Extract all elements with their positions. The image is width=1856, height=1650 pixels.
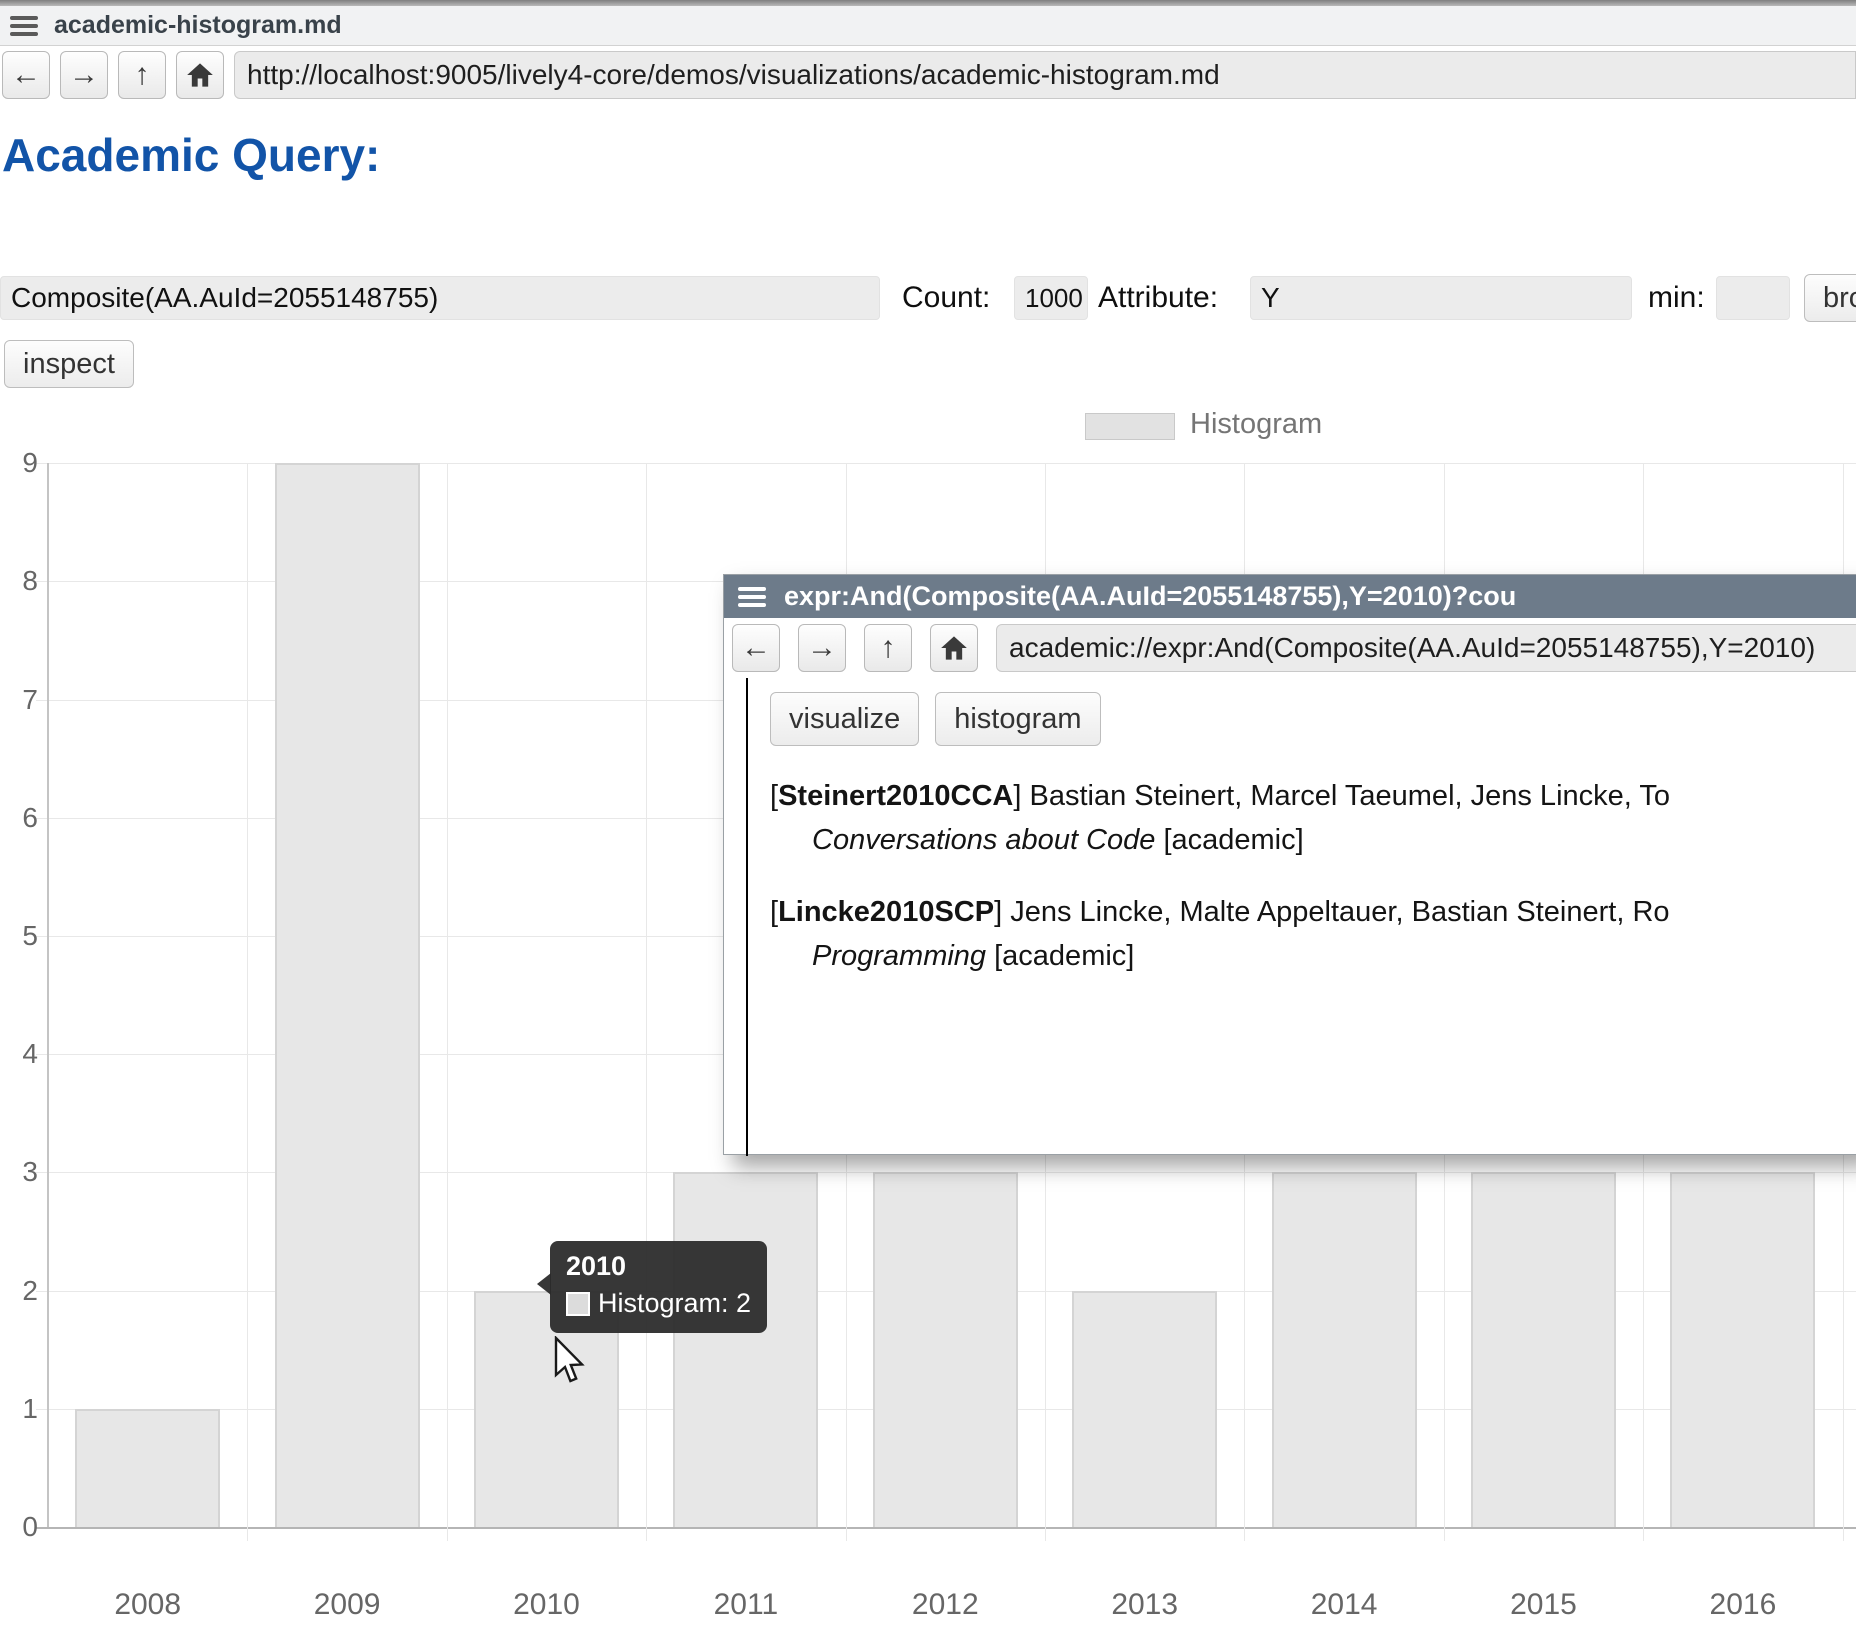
home-button[interactable] bbox=[176, 51, 224, 99]
up-button[interactable]: ↑ bbox=[118, 51, 166, 99]
legend-label[interactable]: Histogram bbox=[1190, 408, 1322, 441]
popup-window-title: expr:And(Composite(AA.AuId=2055148755),Y… bbox=[784, 581, 1516, 612]
up-icon: ↑ bbox=[881, 631, 896, 665]
x-axis-label-2015: 2015 bbox=[1459, 1588, 1629, 1622]
window-title: academic-histogram.md bbox=[54, 11, 342, 40]
forward-button[interactable]: → bbox=[60, 51, 108, 99]
x-axis-label-2016: 2016 bbox=[1658, 1588, 1828, 1622]
back-icon: ← bbox=[11, 58, 41, 92]
browse-button[interactable]: brow bbox=[1804, 274, 1856, 322]
y-axis-line bbox=[47, 463, 49, 1527]
popup-url-input[interactable]: academic://expr:And(Composite(AA.AuId=20… bbox=[996, 624, 1856, 672]
publication-tag: [academic] bbox=[1155, 824, 1303, 856]
visualize-button[interactable]: visualize bbox=[770, 692, 919, 746]
popup-toolbar: ← → ↑ academic://expr:And(Composite(AA.A… bbox=[724, 618, 1856, 678]
y-axis-tick-1: 1 bbox=[0, 1393, 38, 1425]
y-axis-tick-5: 5 bbox=[0, 920, 38, 952]
tooltip-value-label: Histogram: 2 bbox=[598, 1288, 751, 1319]
x-axis-label-2012: 2012 bbox=[860, 1588, 1030, 1622]
histogram-button[interactable]: histogram bbox=[935, 692, 1100, 746]
publication-tag: [academic] bbox=[986, 940, 1134, 972]
bar-2015[interactable] bbox=[1471, 1172, 1616, 1527]
x-axis-label-2011: 2011 bbox=[661, 1588, 831, 1622]
menu-icon[interactable] bbox=[10, 16, 38, 36]
popup-titlebar[interactable]: expr:And(Composite(AA.AuId=2055148755),Y… bbox=[724, 575, 1856, 618]
popup-back-button[interactable]: ← bbox=[732, 624, 780, 672]
forward-icon: → bbox=[807, 631, 837, 665]
x-axis-label-2010: 2010 bbox=[462, 1588, 632, 1622]
legend-swatch[interactable] bbox=[1085, 413, 1175, 440]
min-input[interactable] bbox=[1716, 276, 1790, 320]
publication-entry: [Lincke2010SCP] Jens Lincke, Malte Appel… bbox=[770, 890, 1856, 978]
bar-2012[interactable] bbox=[873, 1172, 1018, 1527]
x-axis-label-2013: 2013 bbox=[1060, 1588, 1230, 1622]
citation-key: Steinert2010CCA bbox=[778, 780, 1013, 812]
tooltip-swatch bbox=[566, 1292, 590, 1316]
publication-title: Programming bbox=[812, 940, 986, 972]
page-title: Academic Query: bbox=[2, 128, 380, 182]
count-label: Count: bbox=[902, 276, 990, 320]
bar-2016[interactable] bbox=[1670, 1172, 1815, 1527]
x-axis-label-2008: 2008 bbox=[63, 1588, 233, 1622]
authors: ] Bastian Steinert, Marcel Taeumel, Jens… bbox=[1013, 780, 1670, 812]
up-icon: ↑ bbox=[135, 58, 150, 92]
gridline-x-0 bbox=[247, 463, 248, 1541]
x-axis-label-2014: 2014 bbox=[1259, 1588, 1429, 1622]
back-icon: ← bbox=[741, 631, 771, 665]
y-axis-tick-8: 8 bbox=[0, 565, 38, 597]
popup-forward-button[interactable]: → bbox=[798, 624, 846, 672]
inspect-button[interactable]: inspect bbox=[4, 340, 134, 388]
gridline-y-0 bbox=[36, 1527, 1856, 1529]
x-axis-label-2009: 2009 bbox=[262, 1588, 432, 1622]
y-axis-tick-0: 0 bbox=[0, 1511, 38, 1543]
url-input[interactable]: http://localhost:9005/lively4-core/demos… bbox=[234, 51, 1856, 99]
gridline-x-2 bbox=[646, 463, 647, 1541]
tooltip-caret bbox=[537, 1273, 551, 1295]
bar-2014[interactable] bbox=[1272, 1172, 1417, 1527]
y-axis-tick-2: 2 bbox=[0, 1275, 38, 1307]
home-icon bbox=[940, 635, 968, 661]
y-axis-tick-4: 4 bbox=[0, 1038, 38, 1070]
citation-key: Lincke2010SCP bbox=[778, 896, 994, 928]
bar-2013[interactable] bbox=[1072, 1291, 1217, 1527]
count-input[interactable]: 1000 bbox=[1014, 276, 1088, 320]
publication-title: Conversations about Code bbox=[812, 824, 1155, 856]
back-button[interactable]: ← bbox=[2, 51, 50, 99]
popup-divider-line bbox=[746, 678, 748, 1156]
popup-home-button[interactable] bbox=[930, 624, 978, 672]
y-axis-tick-6: 6 bbox=[0, 802, 38, 834]
y-axis-tick-9: 9 bbox=[0, 447, 38, 479]
y-axis-tick-3: 3 bbox=[0, 1156, 38, 1188]
home-icon bbox=[186, 62, 214, 88]
bar-2009[interactable] bbox=[275, 463, 420, 1527]
forward-icon: → bbox=[69, 58, 99, 92]
query-input[interactable]: Composite(AA.AuId=2055148755) bbox=[0, 276, 880, 320]
attribute-input[interactable]: Y bbox=[1250, 276, 1632, 320]
main-titlebar: academic-histogram.md bbox=[0, 6, 1856, 46]
popup-content: visualize histogram [Steinert2010CCA] Ba… bbox=[724, 678, 1856, 1156]
gridline-x-1 bbox=[447, 463, 448, 1541]
publication-entry: [Steinert2010CCA] Bastian Steinert, Marc… bbox=[770, 774, 1856, 862]
attribute-label: Attribute: bbox=[1098, 276, 1218, 320]
authors: ] Jens Lincke, Malte Appeltauer, Bastian… bbox=[994, 896, 1669, 928]
tooltip-title: 2010 bbox=[566, 1251, 751, 1282]
mouse-cursor bbox=[553, 1336, 587, 1384]
main-toolbar: ← → ↑ http://localhost:9005/lively4-core… bbox=[0, 48, 1856, 102]
y-axis-tick-7: 7 bbox=[0, 684, 38, 716]
chart-tooltip: 2010 Histogram: 2 bbox=[550, 1241, 767, 1333]
screen: { "window": { "title": "academic-histogr… bbox=[0, 0, 1856, 1648]
popup-window: expr:And(Composite(AA.AuId=2055148755),Y… bbox=[723, 574, 1856, 1155]
bar-2011[interactable] bbox=[673, 1172, 818, 1527]
popup-menu-icon[interactable] bbox=[738, 587, 766, 607]
min-label: min: bbox=[1648, 276, 1705, 320]
popup-up-button[interactable]: ↑ bbox=[864, 624, 912, 672]
bar-2008[interactable] bbox=[75, 1409, 220, 1527]
